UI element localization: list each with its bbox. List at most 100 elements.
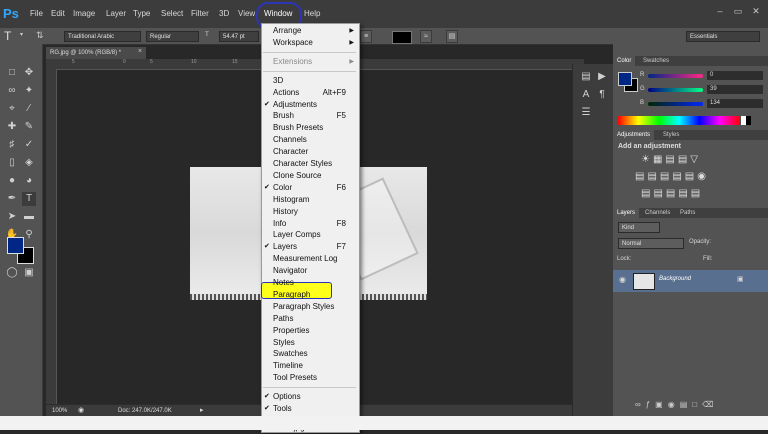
orientation-icon[interactable]: ⇅ [36,30,44,41]
window-menu-item-tools[interactable]: ✔ Tools [261,403,358,415]
quick-mask-icon[interactable]: ◯ [5,266,19,280]
dodge-tool-icon[interactable]: ◕ [22,174,36,188]
window-menu-item-options[interactable]: ✔ Options [261,391,358,403]
clone-stamp-icon[interactable]: ♯ [5,138,19,152]
window-menu-item-arrange[interactable]: Arrange ▶ [261,25,358,37]
menu-select[interactable]: Select [161,0,183,28]
font-size-field[interactable]: 54.47 pt [219,31,259,42]
lasso-tool-icon[interactable]: ∞ [5,84,19,98]
menu-edit[interactable]: Edit [51,0,65,28]
tab-color[interactable]: Color [613,56,636,66]
type-tool-icon[interactable]: T [4,29,11,43]
color-fg-swatch[interactable] [618,72,632,86]
black-swatch[interactable] [746,116,751,125]
window-menu-item-navigator[interactable]: Navigator [261,265,358,277]
chevron-down-icon[interactable]: ▾ [20,31,23,38]
window-menu-item-layers[interactable]: ✔ Layers F7 [261,241,358,253]
tab-channels[interactable]: Channels [641,208,674,218]
window-menu-item-styles[interactable]: Styles [261,337,358,349]
marquee-tool-icon[interactable]: □ [5,66,19,80]
close-tab-icon[interactable]: × [138,48,142,55]
window-menu-item-color[interactable]: ✔ Color F6 [261,182,358,194]
window-menu-item-tool-presets[interactable]: Tool Presets [261,372,358,384]
eyedropper-icon[interactable]: ⁄ [22,102,36,116]
crop-tool-icon[interactable]: ⌖ [5,102,19,116]
minimize-icon[interactable]: – [712,4,728,18]
move-tool-icon[interactable]: ✥ [22,66,36,80]
window-menu-item-layer-comps[interactable]: Layer Comps [261,229,358,241]
type-tool-icon[interactable]: T [22,192,36,206]
close-icon[interactable]: ✕ [748,4,764,18]
pen-tool-icon[interactable]: ✒ [5,192,19,206]
menu-view[interactable]: View [238,0,255,28]
red-value[interactable]: 0 [707,71,763,80]
window-menu-item-notes[interactable]: Notes [261,277,358,289]
window-menu-item-adjustments[interactable]: ✔ Adjustments [261,99,358,111]
tab-styles[interactable]: Styles [659,130,683,140]
history-brush-icon[interactable]: ✓ [22,138,36,152]
red-slider[interactable] [648,74,703,78]
adjustment-icons-row3[interactable]: ▤▤▤▤▤ [641,188,703,199]
restore-icon[interactable]: ▭ [730,4,746,18]
actions-panel-icon[interactable]: ▶ [595,70,609,84]
adjustment-icons-row1[interactable]: ☀▦▤▤▽ [641,154,701,165]
blend-mode-select[interactable]: Normal [618,238,684,249]
window-menu-item-histogram[interactable]: Histogram [261,194,358,206]
adjustment-icons-row2[interactable]: ▤▤▤▤▤◉ [635,171,709,182]
eraser-tool-icon[interactable]: ▯ [5,156,19,170]
window-menu-item-actions[interactable]: Actions Alt+F9 [261,87,358,99]
layer-actions-icons[interactable]: ∞ƒ▣◉▤□⌫ [635,400,718,409]
green-value[interactable]: 39 [707,85,763,94]
window-menu-item-character-styles[interactable]: Character Styles [261,158,358,170]
window-menu-item-info[interactable]: Info F8 [261,218,358,230]
align-right-icon[interactable]: ≡ [360,30,372,43]
menu-3d[interactable]: 3D [219,0,229,28]
window-menu-item-history[interactable]: History [261,206,358,218]
shape-tool-icon[interactable]: ▬ [22,210,36,224]
layer-name[interactable]: Background [659,276,691,282]
zoom-tool-icon[interactable]: ⚲ [22,228,36,242]
window-menu-item-timeline[interactable]: Timeline [261,360,358,372]
visibility-eye-icon[interactable]: ◉ [619,275,626,284]
window-menu-item-measurement-log[interactable]: Measurement Log [261,253,358,265]
document-tab[interactable]: RG.jpg @ 100% (RGB/8) * [46,47,146,59]
tab-adjustments[interactable]: Adjustments [613,130,655,140]
window-menu-item-clone-source[interactable]: Clone Source [261,170,358,182]
path-select-icon[interactable]: ➤ [5,210,19,224]
blue-slider[interactable] [648,102,703,106]
window-menu-item-channels[interactable]: Channels [261,134,358,146]
font-style-select[interactable]: Regular [146,31,199,42]
menu-layer[interactable]: Layer [106,0,126,28]
color-spectrum[interactable] [618,116,740,125]
window-menu-item-brush-presets[interactable]: Brush Presets [261,122,358,134]
green-slider[interactable] [648,88,703,92]
tab-swatches[interactable]: Swatches [639,56,673,66]
text-color-swatch[interactable] [392,31,412,44]
layer-row[interactable]: ◉ Background ▣ [613,270,768,292]
menu-type[interactable]: Type [133,0,150,28]
panels-toggle-icon[interactable]: ▤ [446,30,458,43]
window-menu-item-workspace[interactable]: Workspace ▶ [261,37,358,49]
blur-tool-icon[interactable]: ● [5,174,19,188]
history-panel-icon[interactable]: ▤ [579,70,593,84]
window-menu-item-paths[interactable]: Paths [261,313,358,325]
window-menu-item-character[interactable]: Character [261,146,358,158]
properties-panel-icon[interactable]: ☰ [579,106,593,120]
menu-filter[interactable]: Filter [191,0,209,28]
workspace-select[interactable]: Essentials [686,31,760,42]
layer-filter-select[interactable]: Kind [618,222,660,233]
brush-tool-icon[interactable]: ✎ [22,120,36,134]
foreground-color-swatch[interactable] [7,237,24,254]
paint-bucket-icon[interactable]: ◈ [22,156,36,170]
warp-text-icon[interactable]: ≈ [420,30,432,43]
window-menu-item-paragraph[interactable]: Paragraph [261,289,358,301]
paragraph-panel-icon[interactable]: ¶ [595,88,609,102]
window-menu-item-swatches[interactable]: Swatches [261,348,358,360]
font-family-select[interactable]: Traditional Arabic [64,31,141,42]
menu-image[interactable]: Image [73,0,95,28]
window-menu-item-3d[interactable]: 3D [261,75,358,87]
magic-wand-icon[interactable]: ✦ [22,84,36,98]
character-panel-icon[interactable]: A [579,88,593,102]
menu-file[interactable]: File [30,0,43,28]
tab-paths[interactable]: Paths [676,208,699,218]
